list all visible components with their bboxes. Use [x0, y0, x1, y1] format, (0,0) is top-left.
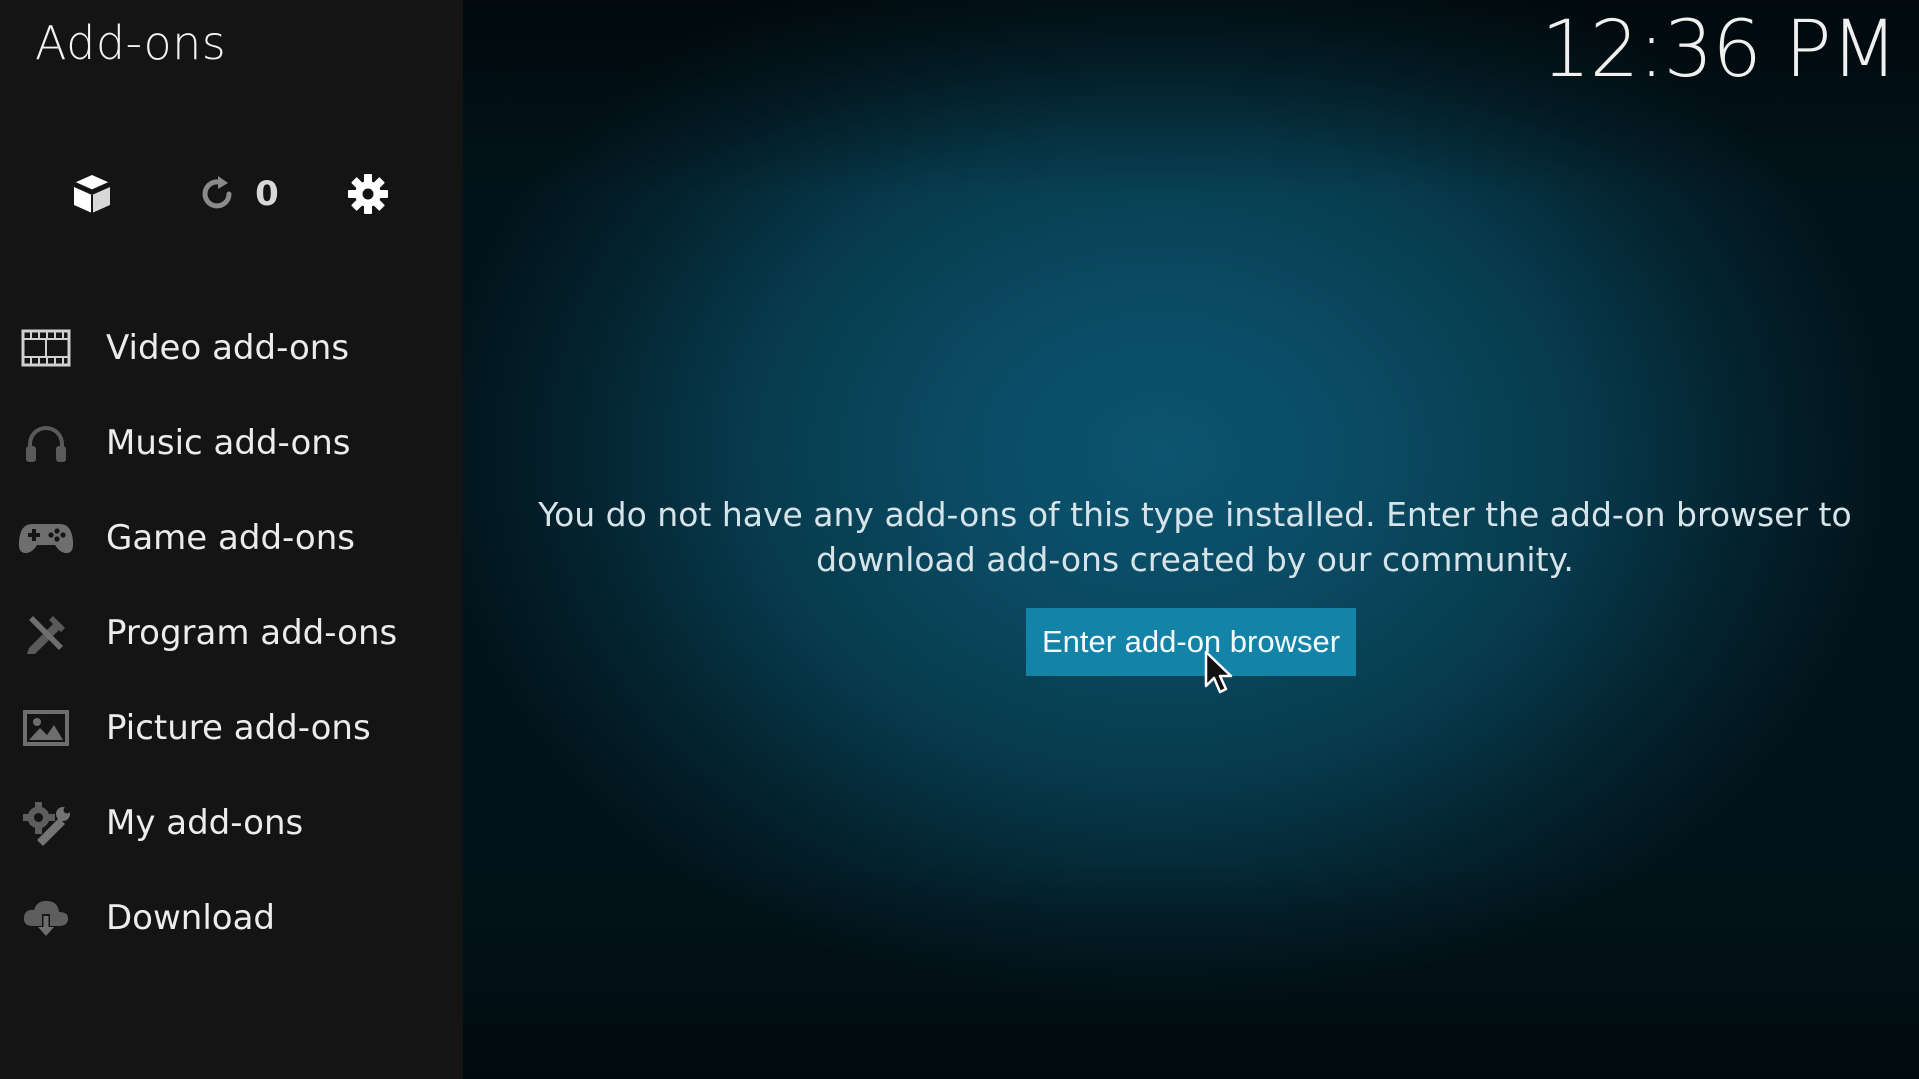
settings-button[interactable]: [340, 166, 396, 222]
sidebar-item-program-addons[interactable]: Program add-ons: [0, 585, 463, 680]
sidebar-item-label: Program add-ons: [106, 612, 398, 653]
headphones-icon: [18, 418, 74, 468]
open-box-icon: [73, 175, 111, 213]
gear-icon: [348, 174, 388, 214]
sidebar-item-picture-addons[interactable]: Picture add-ons: [0, 680, 463, 775]
sidebar-item-download[interactable]: Download: [0, 870, 463, 965]
sidebar-item-music-addons[interactable]: Music add-ons: [0, 395, 463, 490]
addon-browser-icon-button[interactable]: [64, 168, 120, 220]
picture-icon: [18, 703, 74, 753]
kodi-addons-window: Add-ons 0 Video add-ons Music add-ons Ga…: [0, 0, 1919, 1079]
sidebar-item-label: Music add-ons: [106, 422, 351, 463]
sidebar-item-label: Picture add-ons: [106, 707, 371, 748]
clock: 12:36 PM: [1541, 5, 1898, 95]
enter-addon-browser-button[interactable]: Enter add-on browser: [1026, 608, 1356, 676]
sidebar-item-label: Game add-ons: [106, 517, 355, 558]
addon-category-list: Video add-ons Music add-ons Game add-ons…: [0, 300, 463, 965]
tools-icon: [18, 608, 74, 658]
page-title: Add-ons: [35, 16, 227, 70]
sidebar-item-game-addons[interactable]: Game add-ons: [0, 490, 463, 585]
gear-wrench-icon: [18, 798, 74, 848]
film-strip-icon: [18, 323, 74, 373]
sidebar-item-label: Video add-ons: [106, 327, 350, 368]
sidebar-item-label: My add-ons: [106, 802, 304, 843]
mouse-cursor-icon: [1204, 650, 1233, 694]
refresh-icon: [202, 176, 232, 209]
updates-button[interactable]: 0: [178, 166, 298, 222]
updates-count: 0: [255, 174, 279, 214]
sidebar-item-video-addons[interactable]: Video add-ons: [0, 300, 463, 395]
sidebar: Add-ons 0 Video add-ons Music add-ons Ga…: [0, 0, 463, 1079]
empty-state-message: You do not have any add-ons of this type…: [538, 495, 1852, 579]
gamepad-icon: [18, 513, 74, 563]
sidebar-item-my-addons[interactable]: My add-ons: [0, 775, 463, 870]
cloud-download-icon: [18, 893, 74, 943]
sidebar-item-label: Download: [106, 897, 276, 938]
